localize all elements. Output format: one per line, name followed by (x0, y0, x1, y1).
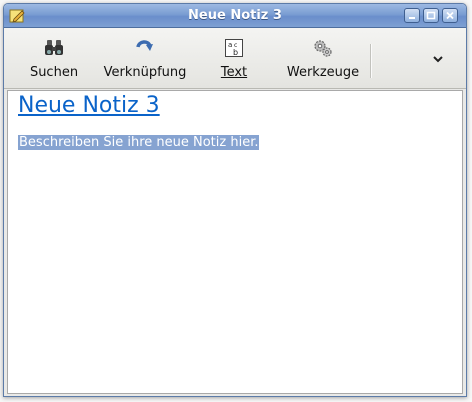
link-button[interactable]: Verknüpfung (100, 28, 190, 88)
window-title: Neue Notiz 3 (188, 8, 282, 23)
text-format-icon: a c b (224, 38, 244, 58)
note-window: Neue Notiz 3 Suchen Verknüpfung a c b Te… (3, 3, 467, 397)
toolbar: Suchen Verknüpfung a c b Text Werkzeuge (4, 28, 466, 89)
maximize-button[interactable] (423, 8, 439, 23)
text-label: Text (220, 65, 248, 80)
search-label: Suchen (29, 65, 79, 80)
gears-icon (313, 38, 333, 58)
maximize-icon (426, 11, 436, 20)
toolbar-separator (370, 44, 372, 78)
chevron-down-icon[interactable] (431, 51, 445, 65)
tools-label: Werkzeuge (286, 65, 360, 80)
note-body-selected-text[interactable]: Beschreiben Sie ihre neue Notiz hier. (18, 135, 260, 150)
binoculars-icon (44, 38, 64, 58)
minimize-icon (409, 17, 415, 19)
close-button[interactable] (442, 8, 458, 23)
search-button[interactable]: Suchen (22, 28, 86, 88)
minimize-button[interactable] (404, 8, 420, 23)
close-icon (446, 11, 454, 20)
link-label: Verknüpfung (103, 65, 187, 80)
svg-text:b: b (233, 48, 238, 57)
title-bar[interactable]: Neue Notiz 3 (4, 4, 466, 28)
svg-text:a: a (228, 41, 232, 49)
text-button[interactable]: a c b Text (210, 28, 258, 88)
tools-button[interactable]: Werkzeuge (280, 28, 366, 88)
note-title[interactable]: Neue Notiz 3 (18, 93, 160, 118)
link-arrow-icon (135, 38, 155, 58)
note-editor[interactable]: Neue Notiz 3 Beschreiben Sie ihre neue N… (7, 90, 463, 394)
